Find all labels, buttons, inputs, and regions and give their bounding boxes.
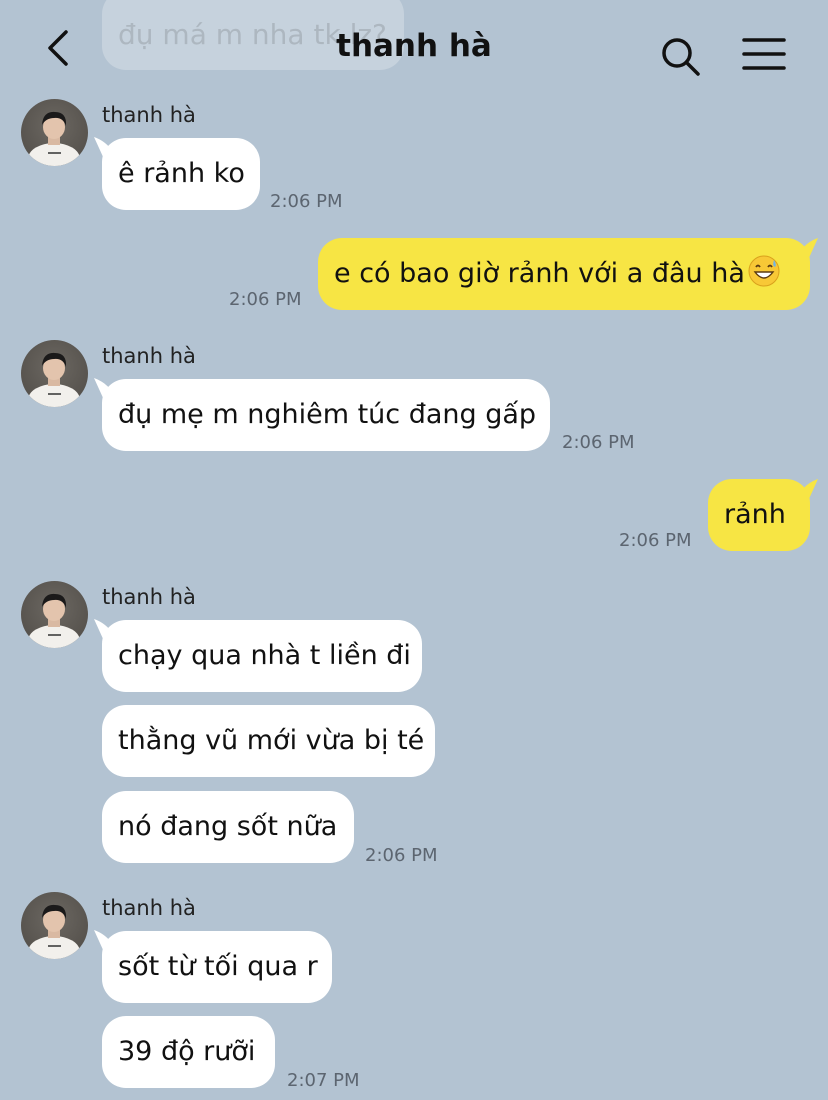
message-bubble-incoming[interactable]: nó đang sốt nữa: [102, 791, 354, 863]
bubble-tail: [796, 479, 818, 501]
message-text: 39 độ rưỡi: [118, 1036, 256, 1067]
message-bubble-incoming[interactable]: chạy qua nhà t liền đi: [102, 620, 422, 692]
back-button[interactable]: [40, 26, 80, 70]
message-text: rảnh: [724, 499, 786, 530]
message-text: chạy qua nhà t liền đi: [118, 640, 411, 671]
message-bubble-incoming[interactable]: đụ mẹ m nghiêm túc đang gấp: [102, 379, 550, 451]
sender-name: thanh hà: [102, 103, 196, 127]
message-bubble-incoming[interactable]: thằng vũ mới vừa bị té: [102, 705, 435, 777]
sender-name: thanh hà: [102, 896, 196, 920]
message-text: ê rảnh ko: [118, 158, 245, 189]
avatar-photo: [28, 593, 80, 648]
message-timestamp: 2:06 PM: [619, 530, 692, 551]
message-bubble-outgoing[interactable]: e có bao giờ rảnh với a đâu hà: [318, 238, 810, 310]
message-timestamp: 2:07 PM: [287, 1070, 360, 1091]
avatar[interactable]: [21, 892, 88, 959]
chat-header: đụ má m nha tk lz? thanh hà: [0, 0, 828, 95]
avatar[interactable]: [21, 99, 88, 166]
search-icon: [662, 38, 700, 76]
chevron-left-icon: [48, 30, 68, 66]
message-bubble-incoming[interactable]: ê rảnh ko: [102, 138, 260, 210]
message-text: sốt từ tối qua r: [118, 951, 318, 982]
message-text: thằng vũ mới vừa bị té: [118, 725, 425, 756]
message-timestamp: 2:06 PM: [229, 289, 302, 310]
scrolled-message-bubble: đụ má m nha tk lz?: [102, 0, 404, 70]
sender-name: thanh hà: [102, 585, 196, 609]
message-bubble-incoming[interactable]: 39 độ rưỡi: [102, 1016, 275, 1088]
grinning-sweat-emoji: [748, 255, 780, 287]
message-bubble-incoming[interactable]: sốt từ tối qua r: [102, 931, 332, 1003]
message-text: đụ mẹ m nghiêm túc đang gấp: [118, 399, 537, 430]
message-timestamp: 2:06 PM: [270, 191, 343, 212]
scrolled-message-text: đụ má m nha tk lz?: [118, 18, 387, 51]
bubble-tail: [796, 238, 818, 260]
message-text: nó đang sốt nữa: [118, 811, 338, 842]
avatar[interactable]: [21, 340, 88, 407]
search-button[interactable]: [660, 36, 702, 78]
avatar-photo: [28, 111, 80, 166]
avatar-photo: [28, 904, 80, 959]
avatar[interactable]: [21, 581, 88, 648]
message-bubble-outgoing[interactable]: rảnh: [708, 479, 810, 551]
message-timestamp: 2:06 PM: [562, 432, 635, 453]
hamburger-menu-icon: [742, 38, 786, 70]
message-text: e có bao giờ rảnh với a đâu hà: [334, 258, 745, 289]
message-timestamp: 2:06 PM: [365, 845, 438, 866]
menu-button[interactable]: [742, 36, 786, 72]
avatar-photo: [28, 352, 80, 407]
sender-name: thanh hà: [102, 344, 196, 368]
